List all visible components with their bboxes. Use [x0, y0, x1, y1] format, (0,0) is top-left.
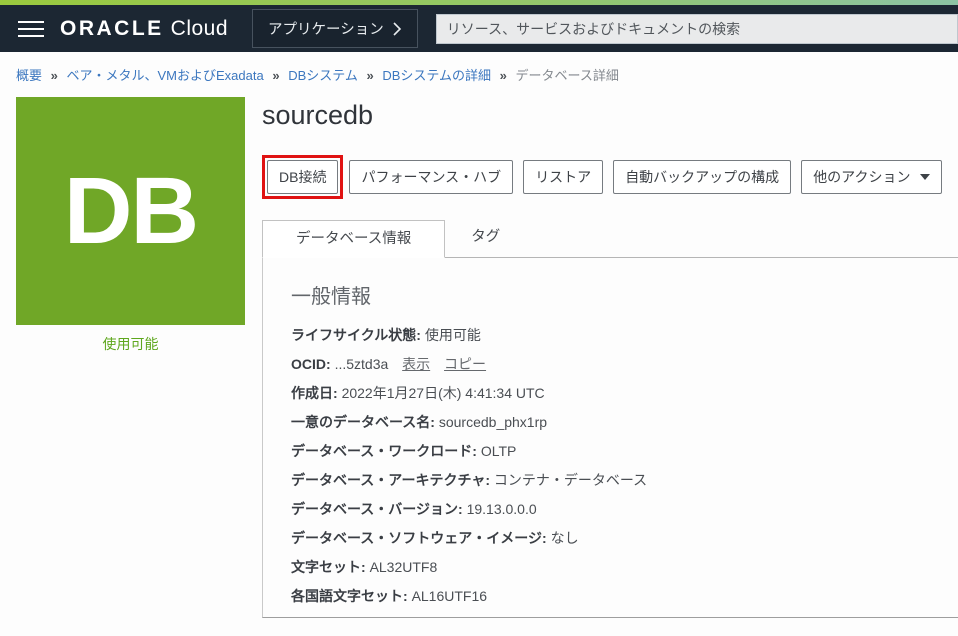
ocid-copy-link[interactable]: コピー	[444, 356, 486, 372]
status-badge: 使用可能	[16, 334, 245, 354]
detail-column: sourcedb DB接続 パフォーマンス・ハブ リストア 自動バックアップの構…	[262, 97, 958, 618]
breadcrumb-separator: »	[272, 68, 279, 83]
info-label: データベース・ワークロード:	[291, 443, 477, 459]
info-value: 19.13.0.0.0	[467, 501, 537, 517]
breadcrumb-separator: »	[366, 68, 373, 83]
breadcrumb-separator: »	[500, 68, 507, 83]
tab-database-info[interactable]: データベース情報	[262, 220, 445, 258]
tab-bar: データベース情報 タグ	[262, 220, 958, 258]
info-label: データベース・バージョン:	[291, 501, 463, 517]
action-buttons-row: DB接続 パフォーマンス・ハブ リストア 自動バックアップの構成 他のアクション	[262, 155, 958, 199]
info-label: データベース・ソフトウェア・イメージ:	[291, 530, 547, 546]
db-connection-button[interactable]: DB接続	[267, 160, 338, 194]
applications-button-label: アプリケーション	[268, 18, 384, 39]
resource-summary-column: DB 使用可能	[16, 97, 245, 618]
breadcrumb-link-db-systems[interactable]: DBシステム	[288, 68, 358, 83]
info-value: なし	[551, 530, 579, 546]
oracle-cloud-logo[interactable]: ORACLE Cloud	[60, 17, 228, 41]
info-row-ocid: OCID: ...5ztd3a 表示 コピー	[291, 356, 958, 374]
chevron-right-icon	[393, 22, 402, 36]
info-row-software-image: データベース・ソフトウェア・イメージ: なし	[291, 530, 958, 548]
main-content: DB 使用可能 sourcedb DB接続 パフォーマンス・ハブ リストア 自動…	[0, 84, 958, 618]
info-row-character-set: 文字セット: AL32UTF8	[291, 559, 958, 577]
breadcrumb-link-overview[interactable]: 概要	[16, 68, 42, 83]
info-label: OCID:	[291, 356, 331, 372]
search-bar	[436, 14, 958, 44]
info-value: OLTP	[481, 443, 517, 459]
ocid-show-link[interactable]: 表示	[402, 356, 430, 372]
breadcrumb-current: データベース詳細	[516, 68, 619, 83]
info-row-workload: データベース・ワークロード: OLTP	[291, 443, 958, 461]
info-row-national-character-set: 各国語文字セット: AL16UTF16	[291, 588, 958, 606]
info-label: データベース・アーキテクチャ:	[291, 472, 490, 488]
applications-button[interactable]: アプリケーション	[252, 9, 418, 48]
info-value: AL16UTF16	[412, 588, 487, 604]
info-label: 作成日:	[291, 385, 338, 401]
hamburger-menu-icon[interactable]	[18, 16, 44, 42]
more-actions-button[interactable]: 他のアクション	[801, 160, 941, 194]
info-row-architecture: データベース・アーキテクチャ: コンテナ・データベース	[291, 472, 958, 490]
info-label: ライフサイクル状態:	[291, 327, 421, 343]
info-row-db-version: データベース・バージョン: 19.13.0.0.0	[291, 501, 958, 519]
more-actions-label: 他のアクション	[813, 167, 910, 187]
info-row-created-date: 作成日: 2022年1月27日(木) 4:41:34 UTC	[291, 385, 958, 403]
logo-cloud-text: Cloud	[171, 17, 228, 41]
info-value: コンテナ・データベース	[494, 472, 647, 488]
restore-button[interactable]: リストア	[523, 160, 603, 194]
red-highlight-annotation: DB接続	[262, 155, 343, 199]
info-value: sourcedb_phx1rp	[439, 414, 547, 430]
logo-oracle-text: ORACLE	[60, 17, 164, 41]
info-label: 一意のデータベース名:	[291, 414, 435, 430]
info-value: 使用可能	[425, 327, 481, 343]
info-value: 2022年1月27日(木) 4:41:34 UTC	[342, 385, 545, 401]
page-title: sourcedb	[262, 99, 958, 131]
search-input[interactable]	[436, 14, 958, 44]
general-info-heading: 一般情報	[291, 280, 958, 309]
breadcrumb-separator: »	[51, 68, 58, 83]
breadcrumb-link-bare-metal[interactable]: ベア・メタル、VMおよびExadata	[67, 68, 264, 83]
db-tile-label: DB	[64, 164, 197, 259]
info-label: 文字セット:	[291, 559, 366, 575]
database-info-panel: 一般情報 ライフサイクル状態: 使用可能 OCID: ...5ztd3a 表示 …	[262, 258, 958, 618]
performance-hub-button[interactable]: パフォーマンス・ハブ	[349, 160, 513, 194]
chevron-down-icon	[920, 174, 930, 180]
info-value: ...5ztd3a	[335, 356, 389, 372]
info-row-lifecycle-state: ライフサイクル状態: 使用可能	[291, 327, 958, 345]
info-label: 各国語文字セット:	[291, 588, 408, 604]
db-resource-tile: DB	[16, 97, 245, 325]
configure-auto-backup-button[interactable]: 自動バックアップの構成	[613, 160, 791, 194]
breadcrumb: 概要 » ベア・メタル、VMおよびExadata » DBシステム » DBシス…	[0, 52, 958, 84]
info-row-unique-db-name: 一意のデータベース名: sourcedb_phx1rp	[291, 414, 958, 432]
tab-tags[interactable]: タグ	[445, 219, 526, 257]
top-navbar: ORACLE Cloud アプリケーション	[0, 5, 958, 52]
info-value: AL32UTF8	[370, 559, 438, 575]
breadcrumb-link-db-system-details[interactable]: DBシステムの詳細	[382, 68, 491, 83]
